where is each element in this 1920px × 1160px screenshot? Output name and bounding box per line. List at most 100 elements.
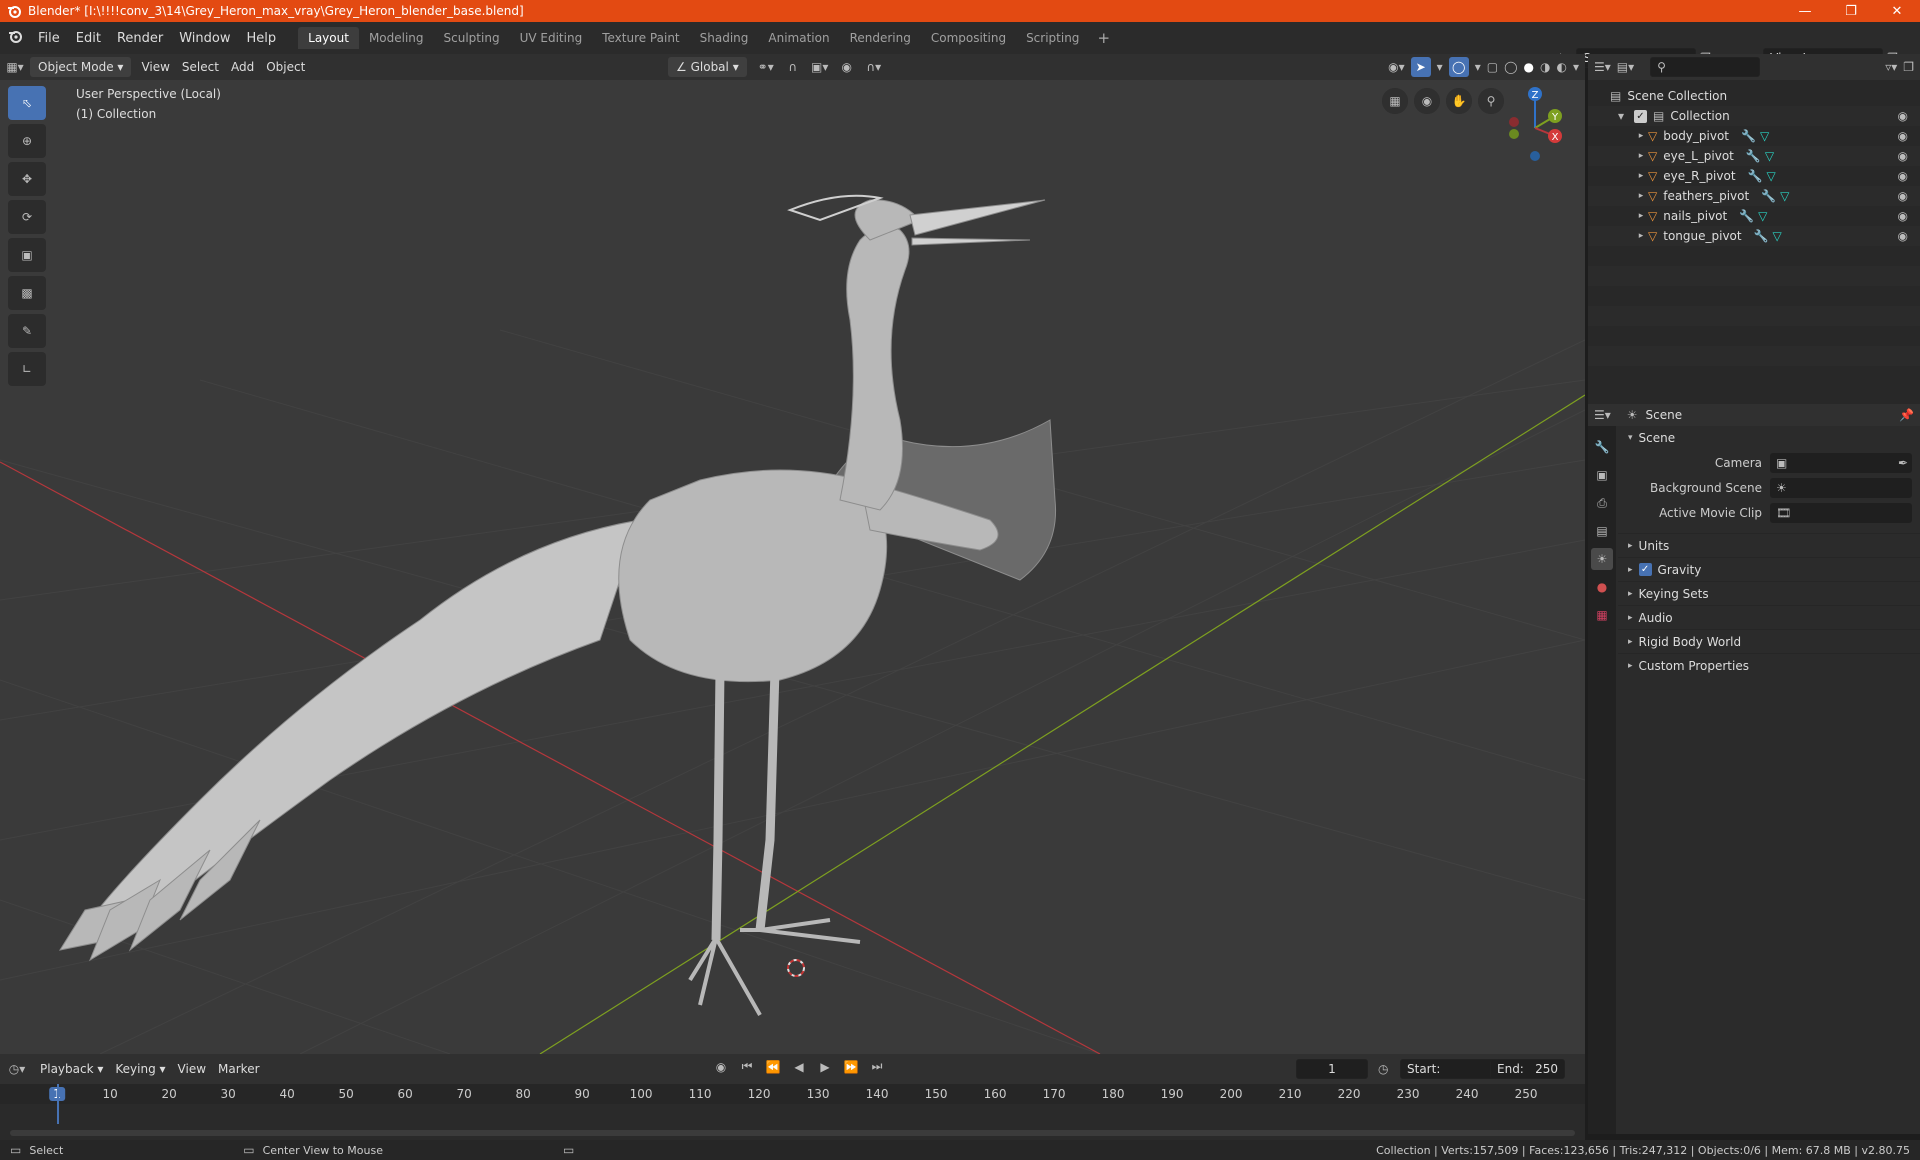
annotate-tool[interactable]: ✎ — [8, 314, 46, 348]
gizmo-toggle-icon[interactable]: ➤ — [1410, 57, 1431, 77]
blender-menu-icon[interactable] — [0, 29, 30, 47]
visibility-eye-icon[interactable]: ◉ — [1898, 209, 1908, 223]
visibility-eye-icon[interactable]: ◉ — [1898, 189, 1908, 203]
outliner-item[interactable]: ▸ ▽ eye_R_pivot 🔧 ▽ ◉ — [1588, 166, 1920, 186]
scene-tab-icon[interactable]: ☀ — [1591, 548, 1613, 570]
scene-panel-header[interactable]: ▾ Scene — [1618, 426, 1920, 450]
play-reverse-icon[interactable]: ◀ — [788, 1059, 810, 1074]
collection-checkbox[interactable]: ✓ — [1634, 109, 1647, 123]
gizmo-dropdown-icon[interactable]: ▾ — [1437, 60, 1443, 74]
outliner-search-input[interactable]: ⚲ — [1650, 57, 1761, 77]
visibility-eye-icon[interactable]: ◉ — [1898, 229, 1908, 243]
expand-icon[interactable]: ▸ — [1634, 211, 1648, 221]
tab-shading[interactable]: Shading — [690, 27, 759, 49]
toggle-ortho-icon[interactable]: ▦ — [1382, 88, 1408, 114]
active-movie-clip-field[interactable]: 🎞 — [1770, 502, 1912, 523]
timeline-menu-marker[interactable]: Marker — [212, 1059, 265, 1079]
select-box-tool[interactable]: ⬁ — [8, 86, 46, 120]
measure-tool[interactable]: ∟ — [8, 352, 46, 386]
background-scene-field[interactable]: ☀ — [1770, 477, 1912, 498]
orientation-dropdown[interactable]: ∠ Global ▾ — [668, 57, 747, 77]
gravity-panel[interactable]: ▸ ✓ Gravity — [1618, 557, 1920, 581]
menu-help[interactable]: Help — [239, 31, 285, 46]
close-icon[interactable]: ✕ — [1874, 0, 1920, 22]
shading-wireframe-icon[interactable]: ◯ — [1504, 60, 1517, 74]
transform-tool[interactable]: ▩ — [8, 276, 46, 310]
preview-range-icon[interactable]: ◷ — [1378, 1062, 1388, 1076]
expand-icon[interactable]: ▸ — [1634, 231, 1648, 241]
falloff-icon[interactable]: ∩▾ — [859, 60, 889, 74]
move-tool[interactable]: ✥ — [8, 162, 46, 196]
expand-icon[interactable]: ▸ — [1634, 151, 1648, 161]
menu-render[interactable]: Render — [109, 31, 171, 46]
jump-end-icon[interactable]: ⏭ — [866, 1059, 888, 1074]
shading-rendered-icon[interactable]: ◐ — [1556, 60, 1566, 74]
audio-panel[interactable]: ▸ Audio — [1618, 605, 1920, 629]
restore-icon[interactable]: ❐ — [1828, 0, 1874, 22]
units-panel[interactable]: ▸ Units — [1618, 533, 1920, 557]
collection-visibility-icon[interactable]: ◉ — [1898, 109, 1908, 123]
end-frame-field[interactable]: End: 250 — [1490, 1059, 1565, 1079]
proportional-edit-icon[interactable]: ◉ — [835, 60, 859, 74]
filter-icon[interactable]: ▿▾ — [1885, 60, 1897, 74]
new-collection-icon[interactable]: ❐ — [1903, 60, 1914, 74]
cursor-tool[interactable]: ⊕ — [8, 124, 46, 158]
visibility-icon[interactable]: ◉▾ — [1388, 60, 1405, 74]
pivot-point-icon[interactable]: ⚭▾ — [751, 60, 781, 74]
tab-rendering[interactable]: Rendering — [840, 27, 921, 49]
playhead[interactable] — [57, 1084, 59, 1124]
outliner-scene-collection[interactable]: ▤ Scene Collection — [1588, 86, 1920, 106]
world-tab-icon[interactable]: ● — [1591, 576, 1613, 598]
viewport-menu-add[interactable]: Add — [225, 57, 260, 77]
viewport-menu-view[interactable]: View — [135, 57, 175, 77]
view-layer-tab-icon[interactable]: ▤ — [1591, 520, 1613, 542]
outliner-item[interactable]: ▸ ▽ body_pivot 🔧 ▽ ◉ — [1588, 126, 1920, 146]
navigation-gizmo[interactable]: Z Y X — [1500, 84, 1570, 168]
expand-icon[interactable]: ▸ — [1634, 191, 1648, 201]
3d-viewport[interactable] — [0, 80, 1585, 1054]
shading-material-icon[interactable]: ◑ — [1540, 60, 1550, 74]
eyedropper-icon[interactable]: ✒ — [1898, 456, 1908, 470]
render-tab-icon[interactable]: ▣ — [1591, 464, 1613, 486]
visibility-eye-icon[interactable]: ◉ — [1898, 169, 1908, 183]
outliner-item[interactable]: ▸ ▽ nails_pivot 🔧 ▽ ◉ — [1588, 206, 1920, 226]
camera-field[interactable]: ▣ ✒ — [1770, 452, 1912, 473]
tab-compositing[interactable]: Compositing — [921, 27, 1016, 49]
heron-model[interactable] — [58, 194, 1057, 1016]
viewport-menu-object[interactable]: Object — [260, 57, 311, 77]
menu-window[interactable]: Window — [171, 31, 238, 46]
tab-sculpting[interactable]: Sculpting — [434, 27, 510, 49]
texture-tab-icon[interactable]: ▦ — [1591, 604, 1613, 626]
tab-animation[interactable]: Animation — [758, 27, 839, 49]
outliner-editor-icon[interactable]: ☰▾ — [1594, 60, 1611, 74]
tab-scripting[interactable]: Scripting — [1016, 27, 1089, 49]
tab-modeling[interactable]: Modeling — [359, 27, 434, 49]
jump-start-icon[interactable]: ⏮ — [736, 1059, 758, 1074]
expand-collection-icon[interactable]: ▾ — [1614, 109, 1628, 123]
gravity-checkbox[interactable]: ✓ — [1638, 563, 1652, 576]
pin-icon[interactable]: 📌 — [1899, 408, 1914, 422]
viewport-menu-select[interactable]: Select — [176, 57, 225, 77]
pan-view-icon[interactable]: ✋ — [1446, 88, 1472, 114]
properties-editor-icon[interactable]: ☰▾ — [1594, 408, 1611, 422]
tool-tab-icon[interactable]: 🔧 — [1591, 436, 1613, 458]
timeline-scrollbar[interactable] — [10, 1130, 1575, 1136]
custom-properties-panel[interactable]: ▸ Custom Properties — [1618, 653, 1920, 677]
rotate-tool[interactable]: ⟳ — [8, 200, 46, 234]
outliner-item[interactable]: ▸ ▽ feathers_pivot 🔧 ▽ ◉ — [1588, 186, 1920, 206]
mode-dropdown[interactable]: Object Mode ▾ — [30, 57, 132, 77]
visibility-eye-icon[interactable]: ◉ — [1898, 149, 1908, 163]
shading-dropdown-icon[interactable]: ▾ — [1573, 60, 1579, 74]
visibility-eye-icon[interactable]: ◉ — [1898, 129, 1908, 143]
overlays-dropdown-icon[interactable]: ▾ — [1475, 60, 1481, 74]
outliner-collection[interactable]: ▾ ✓ ▤ Collection ◉ — [1588, 106, 1920, 126]
frame-ruler[interactable]: 1102030405060708090100110120130140150160… — [0, 1084, 1585, 1104]
expand-icon[interactable]: ▸ — [1634, 171, 1648, 181]
display-mode-icon[interactable]: ▤▾ — [1617, 60, 1634, 74]
tab-texture-paint[interactable]: Texture Paint — [592, 27, 689, 49]
xray-icon[interactable]: ▢ — [1487, 60, 1498, 74]
play-icon[interactable]: ▶ — [814, 1059, 836, 1074]
camera-view-icon[interactable]: ◉ — [1414, 88, 1440, 114]
timeline[interactable]: 1102030405060708090100110120130140150160… — [0, 1084, 1585, 1140]
keying-sets-panel[interactable]: ▸ Keying Sets — [1618, 581, 1920, 605]
